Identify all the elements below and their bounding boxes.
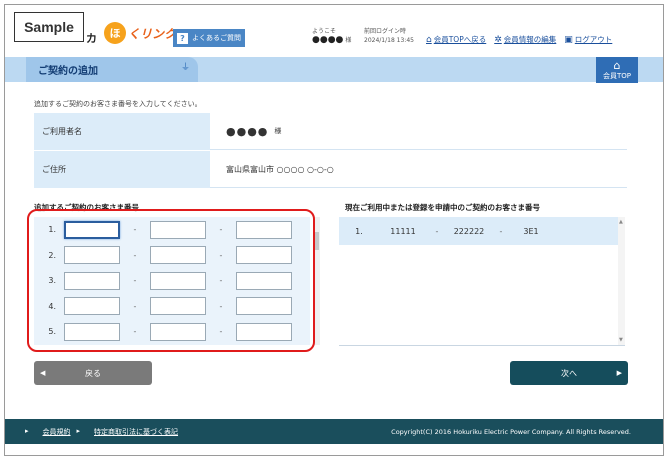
logo-fragment: カ — [86, 32, 97, 45]
customer-number-part1: 11111 — [390, 226, 416, 236]
existing-contracts-list: 1. 11111 - 222222 - 3E1 ▲ ▼ — [339, 217, 625, 346]
member-top-label: 会員TOP — [602, 71, 631, 80]
list-item: 1. 11111 - 222222 - 3E1 — [339, 217, 618, 245]
info-label: ご利用者名 — [34, 113, 210, 150]
page-title: ご契約の追加 — [26, 57, 198, 82]
highlight-box — [27, 209, 315, 352]
commercial-law-link[interactable]: 特定商取引法に基づく表記 — [94, 427, 178, 437]
right-section-title: 現在ご利用中または登録を申請中のご契約のお客さま番号 — [345, 203, 540, 212]
copyright: Copyright(C) 2016 Hokuriku Electric Powe… — [391, 427, 631, 436]
home-icon: ⌂ — [613, 58, 621, 72]
customer-number-part2: 222222 — [453, 226, 485, 236]
chevron-right-icon: ▶ — [616, 369, 622, 377]
info-value: 富山県富山市 ○○○○ ○-○-○ — [210, 151, 627, 188]
logout-link[interactable]: ▣ ログアウト — [564, 34, 612, 45]
question-icon: ? — [177, 32, 188, 44]
logo-text: くリンク — [128, 26, 177, 41]
chevron-left-icon: ◀ — [40, 369, 46, 377]
user-name: ●●●● — [312, 35, 344, 45]
last-login-label: 前回ログイン時 — [364, 28, 407, 35]
back-label: 戻る — [85, 368, 101, 378]
home-icon: ⌂ — [426, 34, 432, 45]
next-label: 次へ — [561, 368, 577, 378]
chevron-right-icon: ▸ — [25, 426, 29, 435]
hokurink-logo[interactable]: ほ くリンク — [104, 22, 176, 44]
info-value: ●●●● 様 — [210, 113, 627, 150]
footer: ▸ 会員規約 ▸ 特定商取引法に基づく表記 Copyright(C) 2016 Ho… — [5, 419, 663, 444]
last-login-block: 前回ログイン時 2024/1/18 13:45 — [364, 27, 414, 45]
edit-member-info-link[interactable]: ✲ 会員情報の編集 — [494, 34, 556, 45]
scroll-up-icon[interactable]: ▲ — [619, 219, 623, 225]
member-top-link[interactable]: ⌂ 会員TOPへ戻る — [426, 34, 486, 45]
info-row-address: ご住所 富山県富山市 ○○○○ ○-○-○ — [34, 151, 627, 189]
chevron-right-icon: ▸ — [76, 426, 81, 435]
logo-mark: ほ — [104, 22, 126, 44]
honorific: 様 — [345, 37, 352, 44]
last-login-value: 2024/1/18 13:45 — [364, 37, 414, 44]
info-row-name: ご利用者名 ●●●● 様 — [34, 113, 627, 151]
next-button[interactable]: 次へ ▶ — [510, 361, 628, 385]
row-number: 1. — [355, 226, 363, 236]
faq-button[interactable]: ? よくあるご質問 — [173, 29, 245, 47]
member-terms-link[interactable]: 会員規約 — [43, 427, 71, 437]
gear-icon: ✲ — [494, 34, 502, 45]
welcome-block: ようこそ ●●●● 様 — [312, 27, 351, 45]
back-button[interactable]: ◀ 戻る — [34, 361, 152, 385]
customer-number-part3: 3E1 — [523, 226, 539, 236]
faq-label: よくあるご質問 — [192, 34, 241, 42]
logout-icon: ▣ — [564, 34, 573, 45]
info-label: ご住所 — [34, 151, 210, 188]
list-scrollbar[interactable]: ▲ ▼ — [618, 217, 625, 345]
scroll-down-icon[interactable]: ▼ — [619, 337, 623, 343]
header-links: ⌂ 会員TOPへ戻る ✲ 会員情報の編集 ▣ ログアウト — [426, 34, 612, 45]
user-info-table: ご利用者名 ●●●● 様 ご住所 富山県富山市 ○○○○ ○-○-○ — [34, 113, 627, 189]
instruction-text: 追加するご契約のお客さま番号を入力してください。 — [34, 100, 202, 108]
plug-icon: ⏚ — [181, 63, 191, 73]
sample-label: Sample — [14, 12, 84, 42]
member-top-button[interactable]: ⌂ 会員TOP — [596, 57, 638, 83]
